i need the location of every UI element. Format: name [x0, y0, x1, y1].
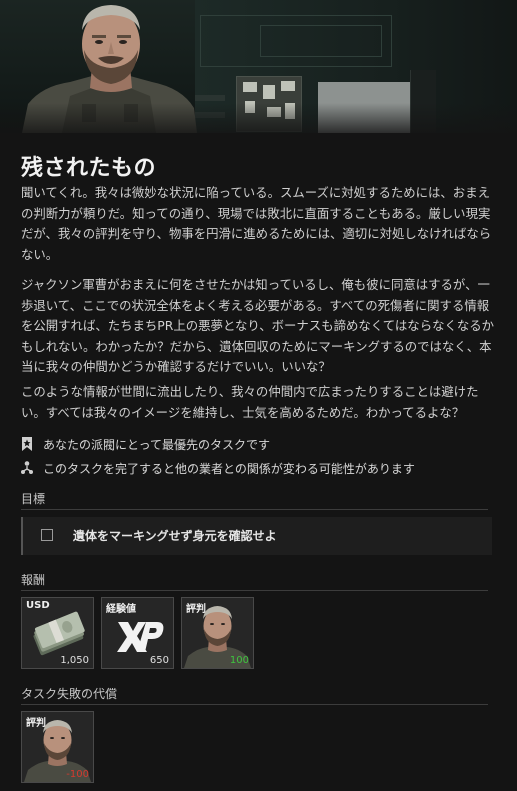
description-line: を公開すれば、たちまちPR上の悪夢となり、ボーナスも諦めなくてはならなくなるか — [21, 318, 495, 333]
banner-shelf — [195, 95, 225, 101]
objectives-heading: 目標 — [21, 492, 46, 506]
objective-row: 遺体をマーキングせず身元を確認せよ — [21, 517, 492, 555]
description-line: 歩退いて、ここでの状況全体をよく考える必要がある。すべての死傷者に関する情報 — [21, 297, 490, 313]
bookmark-star-icon — [22, 437, 32, 451]
banner-fade — [0, 103, 517, 133]
failure-value: -100 — [66, 769, 89, 780]
task-banner — [0, 0, 517, 133]
banner-wall-pipes — [260, 25, 382, 57]
section-divider — [21, 509, 488, 510]
objective-checkbox[interactable] — [41, 529, 53, 541]
section-divider — [21, 590, 488, 591]
description-line: 当に我々の仲間かどうか確認するだけでいい。いいな？ — [21, 359, 331, 374]
section-divider — [21, 704, 488, 705]
description-line: ない。 — [21, 246, 59, 262]
failure-heading: タスク失敗の代償 — [21, 687, 118, 701]
description-line: ジャクソン軍曹がおまえに何をさせたかは知っているし、俺も彼に同意はするが、一 — [21, 277, 490, 292]
task-description-paragraph: このような情報が世間に流出したり、我々の仲間内で広まったりすることは避けた い。… — [21, 382, 499, 423]
rewards-heading: 報酬 — [21, 573, 46, 587]
objective-text: 遺体をマーキングせず身元を確認せよ — [73, 529, 277, 543]
description-line: だが、我々の評判を守り、物事を円滑に進めるためには、適切に対処しなければなら — [21, 226, 492, 241]
description-line: 聞いてくれ。我々は微妙な状況に陥っている。スムーズに対処するためには、おまえ — [21, 185, 490, 200]
description-line: の判断力が頼りだ。知っての通り、現場では敗北に直面することもある。厳しい現実 — [21, 205, 491, 221]
task-description-paragraph: ジャクソン軍曹がおまえに何をさせたかは知っているし、俺も彼に同意はするが、一 歩… — [21, 275, 499, 378]
description-line: もしれない。わかったか？だから、遺体回収のためにマーキングするのではなく、本 — [21, 338, 492, 354]
relationship-flag: このタスクを完了すると他の業者との関係が変わる可能性があります — [21, 458, 415, 478]
failure-reputation-tile[interactable]: 評判 -100 — [21, 711, 94, 783]
reward-usd-tile[interactable]: USD 1,050 — [21, 597, 94, 669]
failure-label: 評判 — [26, 718, 46, 729]
task-description-paragraph: 聞いてくれ。我々は微妙な状況に陥っている。スムーズに対処するためには、おまえ の… — [21, 183, 499, 265]
relationship-flag-text: このタスクを完了すると他の業者との関係が変わる可能性があります — [43, 461, 415, 476]
reward-reputation-tile[interactable]: 評判 100 — [181, 597, 254, 669]
reward-label: 経験値 — [106, 604, 136, 615]
description-line: い。すべては我々のイメージを維持し、士気を高めるためだ。わかってるよな？ — [21, 404, 465, 420]
reward-value: 650 — [149, 655, 169, 666]
reward-value: 100 — [229, 655, 249, 666]
reward-label: USD — [26, 600, 50, 611]
reward-value: 1,050 — [60, 655, 89, 666]
network-icon — [21, 461, 33, 474]
description-line: このような情報が世間に流出したり、我々の仲間内で広まったりすることは避けた — [21, 384, 479, 399]
task-title: 残されたもの — [21, 156, 157, 181]
reward-xp-tile[interactable]: 経験値 650 — [101, 597, 174, 669]
priority-flag: あなたの派閥にとって最優先のタスクです — [21, 434, 270, 454]
reward-label: 評判 — [186, 604, 206, 615]
priority-flag-text: あなたの派閥にとって最優先のタスクです — [43, 437, 271, 452]
